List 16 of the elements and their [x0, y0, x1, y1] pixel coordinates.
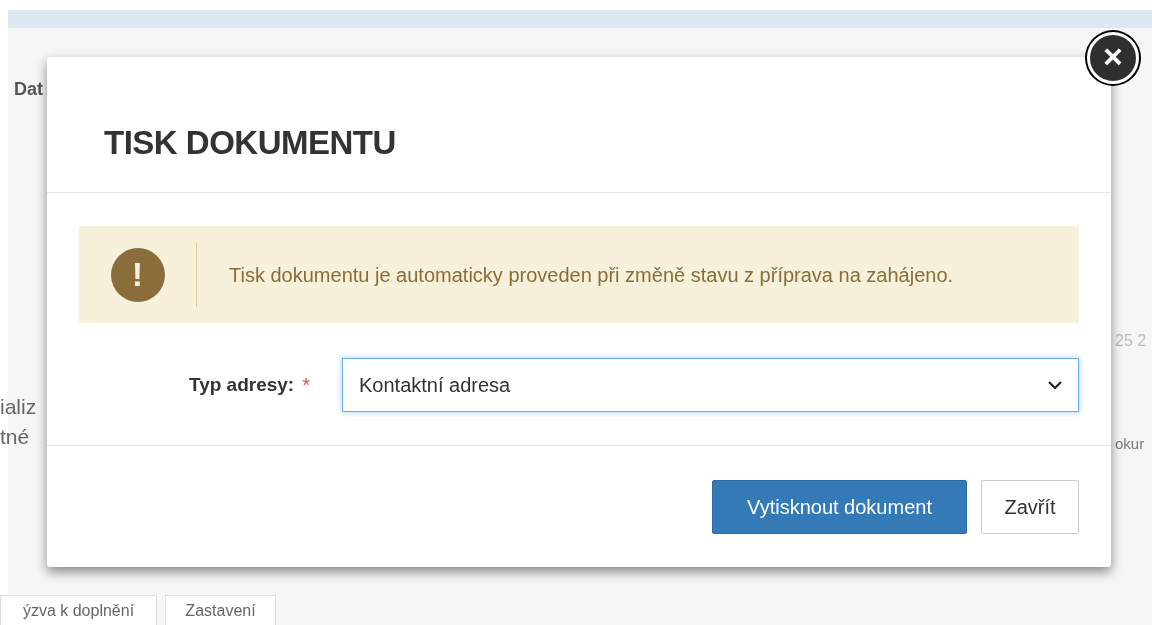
required-mark: *	[302, 373, 310, 398]
tab-button[interactable]: Zastavení	[165, 595, 276, 625]
tab-button[interactable]: ýzva k doplnění	[0, 595, 157, 625]
background-text: ializ	[0, 396, 37, 417]
background-text: okur	[1115, 436, 1145, 451]
background-text: 25 2	[1115, 333, 1147, 349]
alert-text: Tisk dokumentu je automaticky proveden při změně stavu z příprava na zahájeno.	[228, 262, 954, 288]
chevron-down-icon	[1048, 380, 1062, 390]
address-type-select[interactable]: Kontaktní adresa	[342, 358, 1079, 412]
modal-title: TISK DOKUMENTU	[104, 122, 396, 163]
field-label: Typ adresy:	[188, 372, 295, 397]
warning-icon: !	[110, 247, 165, 302]
background-text: tné	[0, 426, 30, 447]
print-button[interactable]: Vytisknout dokument	[712, 480, 967, 534]
close-dialog-button[interactable]: Zavřít	[981, 480, 1079, 534]
background-text: Dat	[14, 80, 43, 98]
